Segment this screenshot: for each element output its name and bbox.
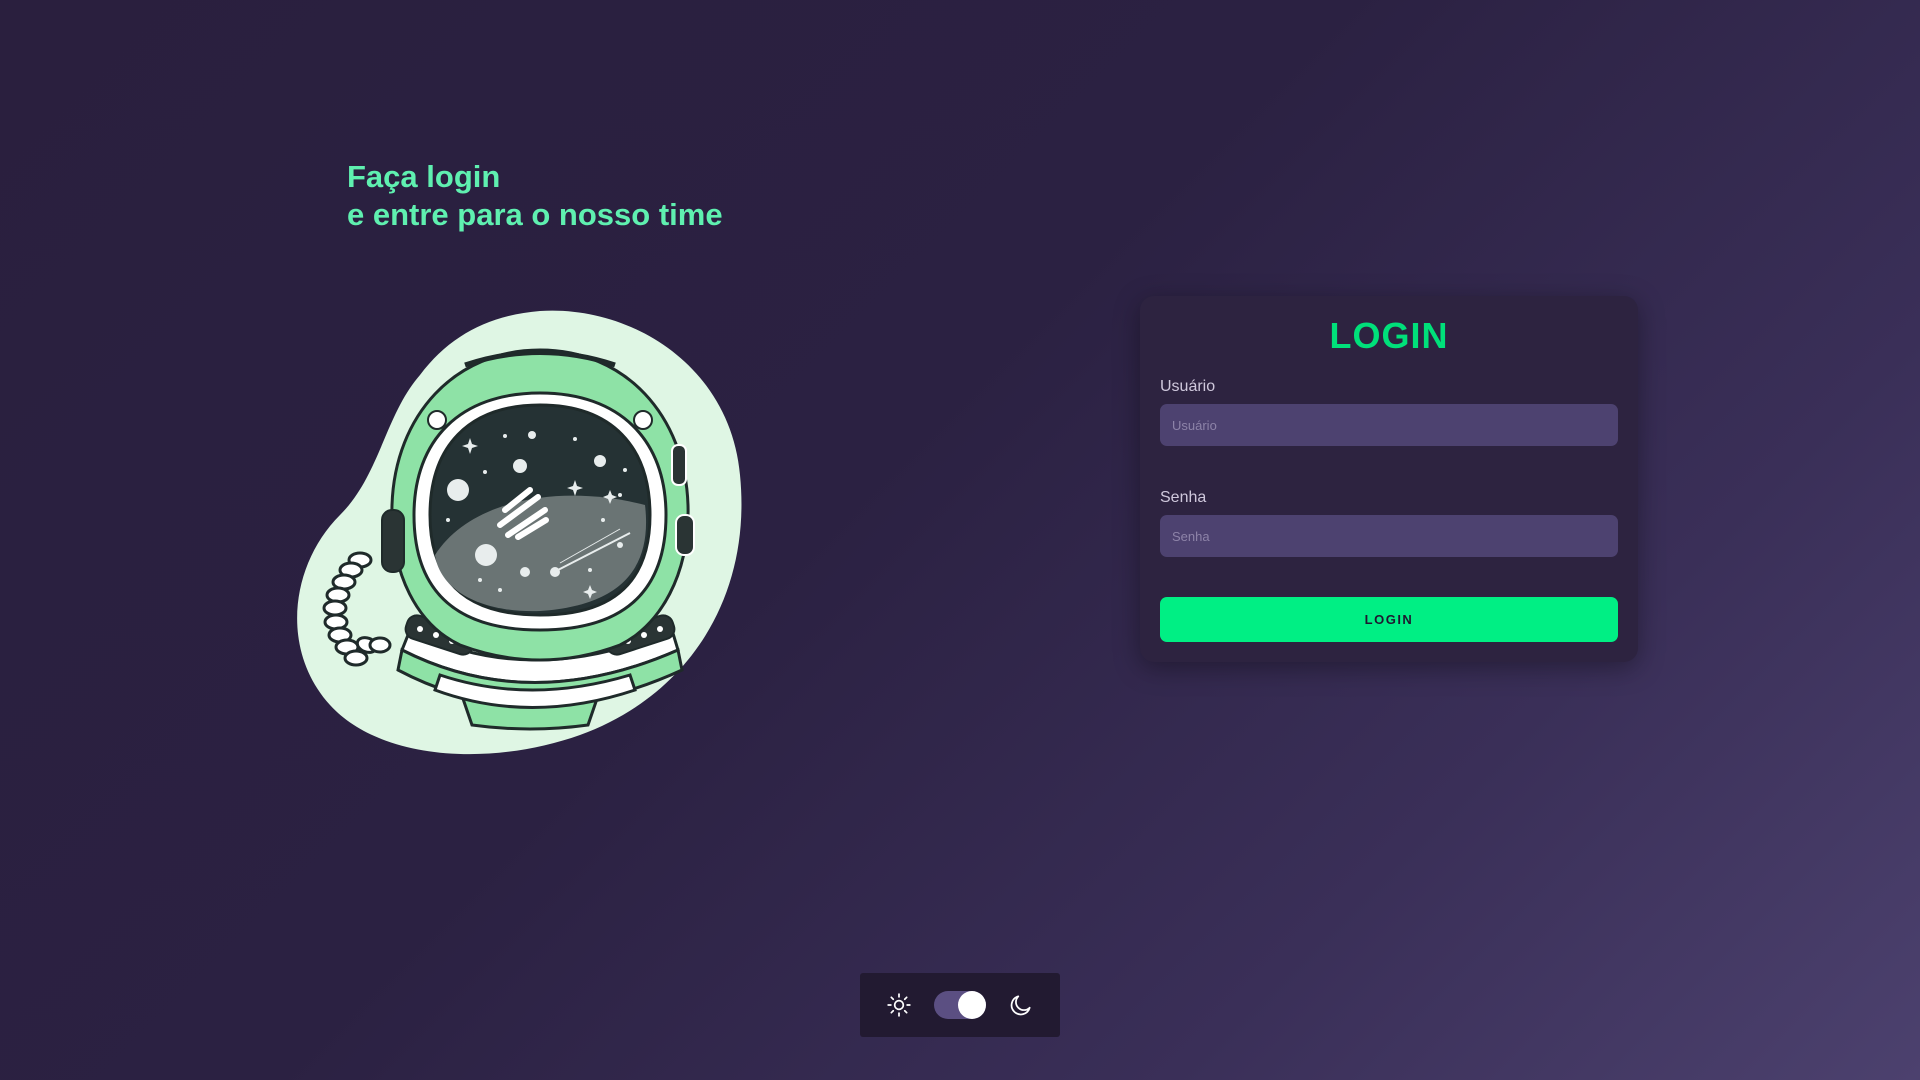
password-label: Senha	[1160, 489, 1207, 506]
username-input[interactable]	[1160, 404, 1618, 446]
headline: Faça login e entre para o nosso time	[347, 158, 723, 234]
theme-toggle-knob	[958, 991, 986, 1019]
username-label: Usuário	[1160, 378, 1216, 395]
login-card: LOGIN Usuário Senha LOGIN	[1140, 296, 1638, 662]
password-input[interactable]	[1160, 515, 1618, 557]
headline-line-2: e entre para o nosso time	[347, 197, 723, 232]
theme-toggle[interactable]	[934, 991, 986, 1019]
login-button[interactable]: LOGIN	[1160, 597, 1618, 642]
login-title: LOGIN	[1329, 315, 1449, 356]
theme-switcher	[860, 973, 1060, 1037]
headline-line-1: Faça login	[347, 159, 501, 194]
astronaut-helmet-illustration	[290, 305, 750, 755]
moon-icon[interactable]	[1008, 992, 1034, 1018]
sun-icon[interactable]	[886, 992, 912, 1018]
